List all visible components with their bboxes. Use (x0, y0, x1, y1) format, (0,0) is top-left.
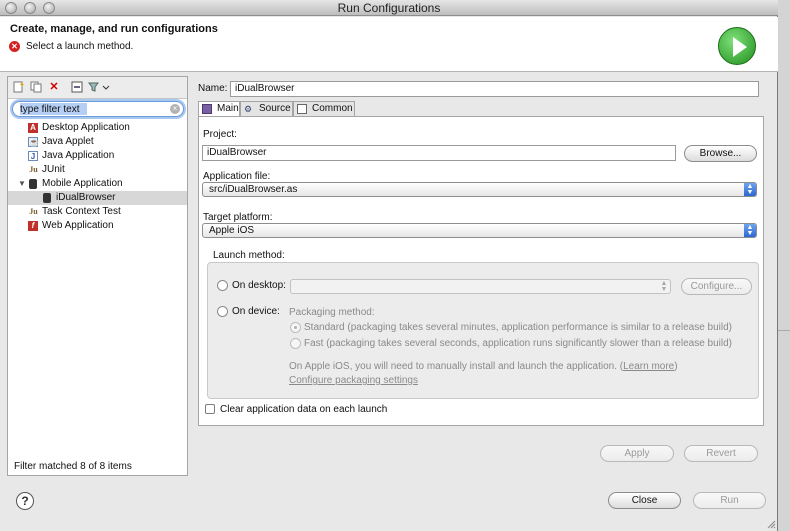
tree-item-label: Desktop Application (42, 122, 130, 133)
tree-toolbar: ✦ ✕ (8, 77, 187, 99)
desktop-device-select[interactable]: ▲ ▼ (290, 279, 671, 294)
configuration-editor: Name: iDualBrowser Main ⚙ Source Common … (195, 76, 766, 476)
configuration-tree-panel: ✦ ✕ × A Desktop Application ☕ (7, 76, 188, 476)
help-icon[interactable]: ? (16, 492, 34, 510)
application-file-label: Application file: (203, 171, 271, 182)
target-platform-label: Target platform: (203, 212, 273, 223)
target-platform-select[interactable]: Apple iOS ▲ ▼ (202, 223, 757, 238)
collapse-all-icon[interactable] (71, 81, 83, 93)
tree-item-java-applet[interactable]: ☕ Java Applet (8, 135, 187, 149)
tab-common[interactable]: Common (293, 101, 355, 117)
standard-packaging-label: Standard (packaging takes several minute… (304, 322, 732, 333)
target-platform-value: Apple iOS (209, 225, 255, 236)
filter-icon[interactable] (88, 81, 112, 93)
application-file-value: src/iDualBrowser.as (209, 184, 298, 195)
desktop-app-icon: A (28, 123, 38, 133)
tree-item-label: JUnit (42, 164, 65, 175)
background-window-edge (778, 0, 790, 531)
tab-source[interactable]: ⚙ Source (240, 101, 293, 117)
source-tab-icon: ⚙ (244, 104, 253, 114)
configure-packaging-link[interactable]: Configure packaging settings (289, 375, 418, 386)
header-title: Create, manage, and run configurations (10, 23, 218, 35)
tree-item-mobile-application[interactable]: ▼ Mobile Application (8, 177, 187, 191)
junit-icon: Ju (29, 165, 38, 174)
filter-input[interactable] (20, 103, 87, 115)
ios-note-text: On Apple iOS, you will need to manually … (289, 361, 617, 372)
clear-data-label: Clear application data on each launch (220, 404, 388, 415)
tree-item-label: Task Context Test (42, 206, 121, 217)
filter-field[interactable]: × (12, 101, 184, 117)
tree-item-label: Java Applet (42, 136, 94, 147)
mobile-config-icon (43, 193, 51, 203)
title-bar: Run Configurations (0, 0, 778, 16)
apply-button[interactable]: Apply (600, 445, 674, 462)
web-app-icon: f (28, 221, 38, 231)
new-configuration-icon[interactable]: ✦ (12, 81, 25, 93)
tree-item-label: Java Application (42, 150, 115, 161)
learn-more-close-paren: ) (674, 361, 678, 372)
launch-method-group: On desktop: ▲ ▼ Configure... On device: P… (207, 262, 759, 399)
error-icon: ✕ (9, 41, 20, 52)
configure-button[interactable]: Configure... (681, 278, 752, 295)
ios-note: On Apple iOS, you will need to manually … (289, 361, 678, 372)
java-applet-icon: ☕ (28, 137, 39, 147)
tree-item-label: iDualBrowser (56, 192, 116, 203)
expanded-arrow-icon[interactable]: ▼ (18, 177, 26, 191)
resize-grip-icon[interactable] (766, 519, 776, 529)
configuration-tree: A Desktop Application ☕ Java Applet J Ja… (8, 121, 187, 233)
main-tab-icon (202, 104, 212, 114)
select-arrows-icon: ▲ ▼ (744, 183, 756, 196)
common-tab-icon (297, 104, 307, 114)
tab-label: Main (217, 103, 239, 114)
dialog-header: Create, manage, and run configurations ✕… (0, 17, 778, 72)
tree-item-desktop-application[interactable]: A Desktop Application (8, 121, 187, 135)
run-button[interactable]: Run (693, 492, 766, 509)
on-device-label: On device: (232, 306, 280, 317)
tree-item-junit[interactable]: Ju JUnit (8, 163, 187, 177)
on-desktop-label: On desktop: (232, 280, 286, 291)
tab-label: Source (259, 103, 291, 114)
fast-packaging-label: Fast (packaging takes several seconds, a… (304, 338, 733, 349)
project-label: Project: (203, 129, 237, 140)
tab-main[interactable]: Main (198, 101, 240, 117)
application-file-select[interactable]: src/iDualBrowser.as ▲ ▼ (202, 182, 757, 197)
mobile-app-icon (29, 179, 37, 189)
tree-item-java-application[interactable]: J Java Application (8, 149, 187, 163)
window-title: Run Configurations (337, 1, 441, 15)
duplicate-icon[interactable] (30, 81, 42, 93)
svg-text:✦: ✦ (19, 81, 24, 89)
tree-item-label: Web Application (42, 220, 114, 231)
learn-more-link[interactable]: Learn more (623, 361, 674, 372)
task-context-icon: Ju (29, 207, 38, 216)
packaging-method-label: Packaging method: (289, 307, 375, 318)
browse-button[interactable]: Browse... (684, 145, 757, 162)
main-tab-content: Project: iDualBrowser Browse... Applicat… (198, 116, 764, 426)
on-desktop-radio[interactable] (217, 280, 228, 291)
delete-icon[interactable]: ✕ (48, 81, 60, 93)
standard-packaging-radio[interactable] (290, 322, 301, 333)
tree-item-label: Mobile Application (42, 178, 123, 189)
header-message: Select a launch method. (26, 41, 134, 52)
fast-packaging-radio[interactable] (290, 338, 301, 349)
on-device-radio[interactable] (217, 306, 228, 317)
clear-filter-icon[interactable]: × (170, 104, 180, 114)
run-icon (718, 27, 756, 65)
launch-method-label: Launch method: (213, 250, 285, 261)
close-button[interactable]: Close (608, 492, 681, 509)
filter-status: Filter matched 8 of 8 items (14, 461, 132, 472)
tree-item-idualbrowser[interactable]: iDualBrowser (8, 191, 187, 205)
revert-button[interactable]: Revert (684, 445, 758, 462)
run-configurations-dialog: Run Configurations Create, manage, and r… (0, 0, 778, 531)
select-arrows-icon: ▲ ▼ (744, 224, 756, 237)
select-arrows-icon: ▲ ▼ (660, 280, 668, 293)
background-divider (778, 330, 790, 331)
name-label: Name: (198, 83, 228, 94)
java-app-icon: J (28, 151, 38, 161)
tree-item-task-context-test[interactable]: Ju Task Context Test (8, 205, 187, 219)
name-field[interactable]: iDualBrowser (230, 81, 759, 97)
tab-label: Common (312, 103, 353, 114)
project-field[interactable]: iDualBrowser (202, 145, 676, 161)
tree-item-web-application[interactable]: f Web Application (8, 219, 187, 233)
clear-data-checkbox[interactable] (205, 404, 215, 414)
